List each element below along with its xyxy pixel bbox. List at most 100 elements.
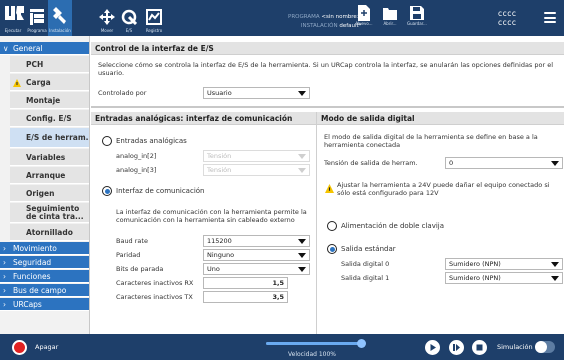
tab-move[interactable]: Mover — [96, 0, 118, 36]
open-button[interactable]: Abrir... — [383, 5, 397, 26]
parity-label: Paridad — [116, 251, 141, 259]
sidebar-section-fieldbus[interactable]: › Bus de campo — [0, 284, 89, 297]
chevron-down-icon — [298, 253, 306, 258]
top-bar: Ejecutar Programa Instalación Mover E/S … — [0, 0, 564, 36]
comm-interface-radio[interactable] — [102, 186, 112, 196]
installation-label: INSTALACIÓN — [300, 23, 338, 29]
tab-io[interactable]: E/S — [118, 0, 140, 36]
play-button[interactable] — [425, 340, 440, 355]
standard-output-radio[interactable] — [327, 244, 337, 254]
sidebar: ∨ General PCH Carga Montaje Config. E/S … — [0, 36, 90, 334]
sidebar-item-config-io[interactable]: Config. E/S — [10, 110, 89, 127]
digital-output-0-dropdown[interactable]: Sumidero (NPN) — [445, 258, 563, 270]
io-control-description: Seleccione cómo se controla la interfaz … — [98, 61, 554, 77]
io-icon — [121, 9, 137, 25]
analog-inputs-title: Entradas analógicas: interfaz de comunic… — [95, 114, 293, 123]
sidebar-item-carga[interactable]: Carga — [10, 74, 89, 91]
sidebar-item-label: PCH — [26, 59, 44, 69]
tool-voltage-value: 0 — [449, 159, 454, 167]
sidebar-item-tool-io[interactable]: E/S de herram. — [10, 128, 89, 148]
analog-in2-dropdown[interactable]: Tensión — [203, 150, 310, 162]
controlled-by-dropdown[interactable]: Usuario — [203, 87, 310, 99]
standard-output-label: Salida estándar — [341, 245, 396, 253]
open-button-label: Abrir... — [383, 21, 397, 26]
section-divider — [91, 106, 564, 108]
new-button-label: Nuevo... — [356, 21, 373, 26]
installation-tab-label: Instalación — [49, 28, 71, 33]
digital-output-1-dropdown[interactable]: Sumidero (NPN) — [445, 272, 563, 284]
analog-inputs-radio[interactable] — [102, 136, 112, 146]
sidebar-item-startup[interactable]: Arranque — [10, 167, 89, 184]
sidebar-item-screwdriving[interactable]: Atornillado — [10, 224, 89, 241]
digital-output-0-label: Salida digital 0 — [341, 260, 390, 268]
dual-pin-power-radio[interactable] — [327, 221, 337, 231]
stop-bits-dropdown[interactable]: Uno — [203, 263, 310, 275]
rx-idle-chars-input[interactable]: 1,5 — [203, 277, 288, 289]
sidebar-item-home[interactable]: Origen — [10, 185, 89, 202]
tab-installation[interactable]: Instalación — [48, 0, 72, 36]
sidebar-section-seguridad[interactable]: › Seguridad — [0, 256, 89, 269]
digital-output-0-value: Sumidero (NPN) — [449, 260, 501, 268]
sidebar-section-general[interactable]: ∨ General — [0, 42, 89, 55]
chevron-down-icon — [298, 239, 306, 244]
io-control-title: Control de la interfaz de E/S — [95, 44, 214, 53]
chevron-down-icon — [551, 262, 559, 267]
speed-slider-fill — [266, 342, 362, 345]
chevron-right-icon: › — [3, 258, 6, 267]
digital-output-1-label: Salida digital 1 — [341, 274, 390, 282]
step-icon — [453, 344, 460, 351]
sidebar-item-pch[interactable]: PCH — [10, 56, 89, 73]
analog-in3-dropdown[interactable]: Tensión — [203, 164, 310, 176]
rx-idle-chars-label: Caracteres inactivos RX — [116, 279, 194, 287]
power-off-label: Apagar — [35, 343, 59, 351]
speed-label: Velocidad 100% — [288, 351, 336, 358]
sidebar-item-montaje[interactable]: Montaje — [10, 92, 89, 109]
stop-bits-value: Uno — [207, 265, 220, 273]
tab-log[interactable]: Registro — [140, 0, 168, 36]
speed-slider[interactable] — [266, 339, 366, 348]
power-off-button[interactable] — [12, 340, 27, 355]
warning-icon — [13, 79, 21, 87]
controlled-by-label: Controlado por — [98, 89, 147, 97]
speed-slider-handle[interactable] — [357, 339, 366, 348]
sidebar-item-label: Atornillado — [26, 227, 73, 237]
save-icon — [409, 6, 424, 20]
step-button[interactable] — [449, 340, 464, 355]
voltage-warning-text: Ajustar la herramienta a 24V puede dañar… — [337, 181, 550, 197]
sidebar-item-label: Arranque — [26, 170, 66, 180]
program-label: PROGRAMA — [288, 14, 320, 20]
hamburger-menu-icon[interactable] — [544, 12, 556, 23]
tx-idle-chars-label: Caracteres inactivos TX — [116, 293, 193, 301]
tab-program[interactable]: Programa — [26, 0, 48, 36]
tool-voltage-dropdown[interactable]: 0 — [445, 157, 563, 169]
chevron-right-icon: › — [3, 286, 6, 295]
chevron-down-icon — [298, 168, 306, 173]
stop-button[interactable] — [472, 340, 487, 355]
sidebar-item-label: Montaje — [26, 95, 61, 105]
tx-idle-chars-input[interactable]: 3,5 — [203, 291, 288, 303]
analog-in3-label: analog_in[3] — [116, 166, 157, 174]
baud-rate-dropdown[interactable]: 115200 — [203, 235, 310, 247]
sidebar-section-urcaps[interactable]: › URCaps — [0, 298, 89, 311]
move-icon — [99, 9, 115, 25]
log-icon — [146, 9, 162, 25]
tab-run[interactable]: Ejecutar — [0, 0, 26, 36]
analog-inputs-header: Entradas analógicas: interfaz de comunic… — [91, 112, 316, 125]
sidebar-section-movimiento[interactable]: › Movimiento — [0, 242, 89, 255]
baud-rate-label: Baud rate — [116, 237, 148, 245]
chevron-down-icon — [298, 91, 306, 96]
sidebar-item-variables[interactable]: Variables — [10, 149, 89, 166]
log-tab-label: Registro — [145, 28, 163, 33]
save-button[interactable]: Guardar... — [407, 5, 427, 26]
chevron-down-icon — [551, 161, 559, 166]
sidebar-item-label: Config. E/S — [26, 113, 72, 123]
tool-voltage-label: Tensión de salida de herram. — [324, 159, 418, 167]
footer-bar: Apagar Velocidad 100% Simulación — [0, 334, 564, 360]
chevron-down-icon: ∨ — [3, 44, 9, 53]
sidebar-section-funciones[interactable]: › Funciones — [0, 270, 89, 283]
digital-output-header: Modo de salida digital — [317, 112, 564, 125]
parity-dropdown[interactable]: Ninguno — [203, 249, 310, 261]
new-button[interactable]: Nuevo... — [356, 5, 373, 26]
simulation-toggle[interactable] — [535, 341, 555, 353]
sidebar-item-conveyor-tracking[interactable]: Seguimiento de cinta tra... — [10, 203, 89, 223]
